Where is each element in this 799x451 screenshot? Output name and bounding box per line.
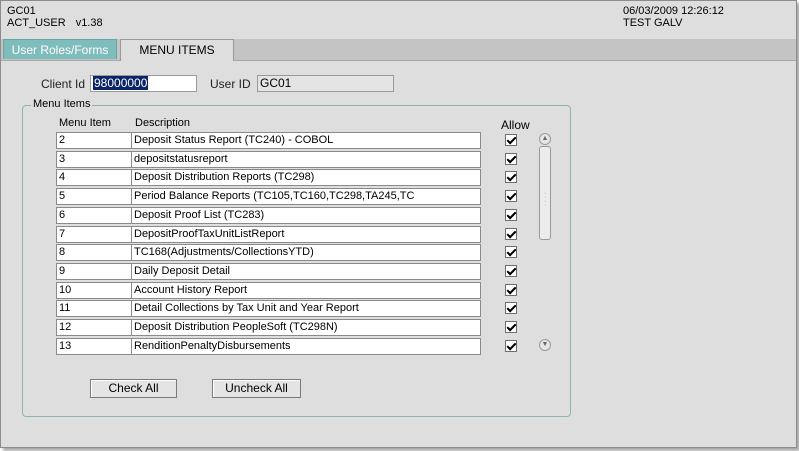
check-all-button[interactable]: Check All — [90, 379, 177, 398]
description-cell[interactable]: TC168(Adjustments/CollectionsYTD) — [131, 244, 481, 261]
allow-checkbox[interactable] — [505, 134, 517, 146]
description-cell[interactable]: Deposit Status Report (TC240) - COBOL — [131, 132, 481, 149]
menu-items-legend: Menu Items — [31, 98, 93, 110]
menu-item-cell[interactable]: 3 — [56, 151, 132, 168]
description-cell[interactable]: Deposit Distribution Reports (TC298) — [131, 169, 481, 186]
user-id-field: GC01 — [257, 75, 394, 92]
description-cell[interactable]: DepositProofTaxUnitListReport — [131, 226, 481, 243]
description-cell[interactable]: depositstatusreport — [131, 151, 481, 168]
menu-items-scrollbar[interactable]: ▲ · · · · ▼ — [539, 133, 551, 354]
description-cell[interactable]: Deposit Distribution PeopleSoft (TC298N) — [131, 319, 481, 336]
app-code: GC01 — [7, 5, 36, 17]
menu-item-cell[interactable]: 6 — [56, 207, 132, 224]
current-datetime: 06/03/2009 12:26:12 — [623, 5, 724, 17]
description-cell[interactable]: Daily Deposit Detail — [131, 263, 481, 280]
allow-checkbox[interactable] — [505, 321, 517, 333]
grip-icon: · · · · — [544, 190, 547, 209]
menu-item-cell[interactable]: 9 — [56, 263, 132, 280]
scroll-down-arrow-icon[interactable]: ▼ — [539, 339, 551, 351]
tab-user-roles-forms[interactable]: User Roles/Forms — [3, 39, 117, 59]
allow-checkbox[interactable] — [505, 265, 517, 277]
client-id-label: Client Id — [41, 77, 86, 91]
allow-checkbox[interactable] — [505, 284, 517, 296]
allow-checkbox[interactable] — [505, 153, 517, 165]
allow-checkbox[interactable] — [505, 228, 517, 240]
environment-name: TEST GALV — [623, 17, 683, 29]
user-id-label: User ID — [210, 77, 251, 91]
allow-checkbox[interactable] — [505, 209, 517, 221]
menu-item-cell[interactable]: 7 — [56, 226, 132, 243]
menu-item-column-header: Menu Item — [59, 117, 111, 129]
user-line: ACT_USER v1.38 — [7, 17, 103, 29]
menu-item-cell[interactable]: 11 — [56, 300, 132, 317]
description-column-header: Description — [135, 117, 191, 129]
description-cell[interactable]: RenditionPenaltyDisbursements — [131, 338, 481, 355]
description-cell[interactable]: Detail Collections by Tax Unit and Year … — [131, 300, 481, 317]
description-cell[interactable]: Period Balance Reports (TC105,TC160,TC29… — [131, 188, 481, 205]
description-cell[interactable]: Account History Report — [131, 282, 481, 299]
menu-item-cell[interactable]: 8 — [56, 244, 132, 261]
menu-item-cell[interactable]: 12 — [56, 319, 132, 336]
client-id-value: 98000000 — [93, 76, 149, 90]
menu-item-cell[interactable]: 4 — [56, 169, 132, 186]
menu-item-cell[interactable]: 13 — [56, 338, 132, 355]
allow-checkbox[interactable] — [505, 302, 517, 314]
current-user: ACT_USER — [7, 17, 66, 29]
app-window: GC01 ACT_USER v1.38 06/03/2009 12:26:12 T… — [0, 0, 797, 448]
tab-strip: User Roles/Forms MENU ITEMS — [1, 39, 796, 61]
app-version: v1.38 — [75, 17, 103, 29]
scroll-up-arrow-icon[interactable]: ▲ — [539, 133, 551, 145]
allow-column-header: Allow — [501, 118, 530, 132]
scroll-thumb[interactable]: · · · · — [539, 146, 551, 240]
allow-checkbox[interactable] — [505, 246, 517, 258]
header-right: 06/03/2009 12:26:12 TEST GALV — [623, 5, 724, 29]
allow-checkbox[interactable] — [505, 340, 517, 352]
header-left: GC01 ACT_USER v1.38 — [7, 5, 103, 29]
menu-item-cell[interactable]: 2 — [56, 132, 132, 149]
client-id-field[interactable]: 98000000 — [90, 75, 197, 92]
allow-checkbox[interactable] — [505, 190, 517, 202]
allow-checkbox[interactable] — [505, 171, 517, 183]
menu-item-cell[interactable]: 10 — [56, 282, 132, 299]
uncheck-all-button[interactable]: Uncheck All — [212, 379, 301, 398]
description-cell[interactable]: Deposit Proof List (TC283) — [131, 207, 481, 224]
menu-item-cell[interactable]: 5 — [56, 188, 132, 205]
tab-menu-items[interactable]: MENU ITEMS — [120, 39, 234, 61]
